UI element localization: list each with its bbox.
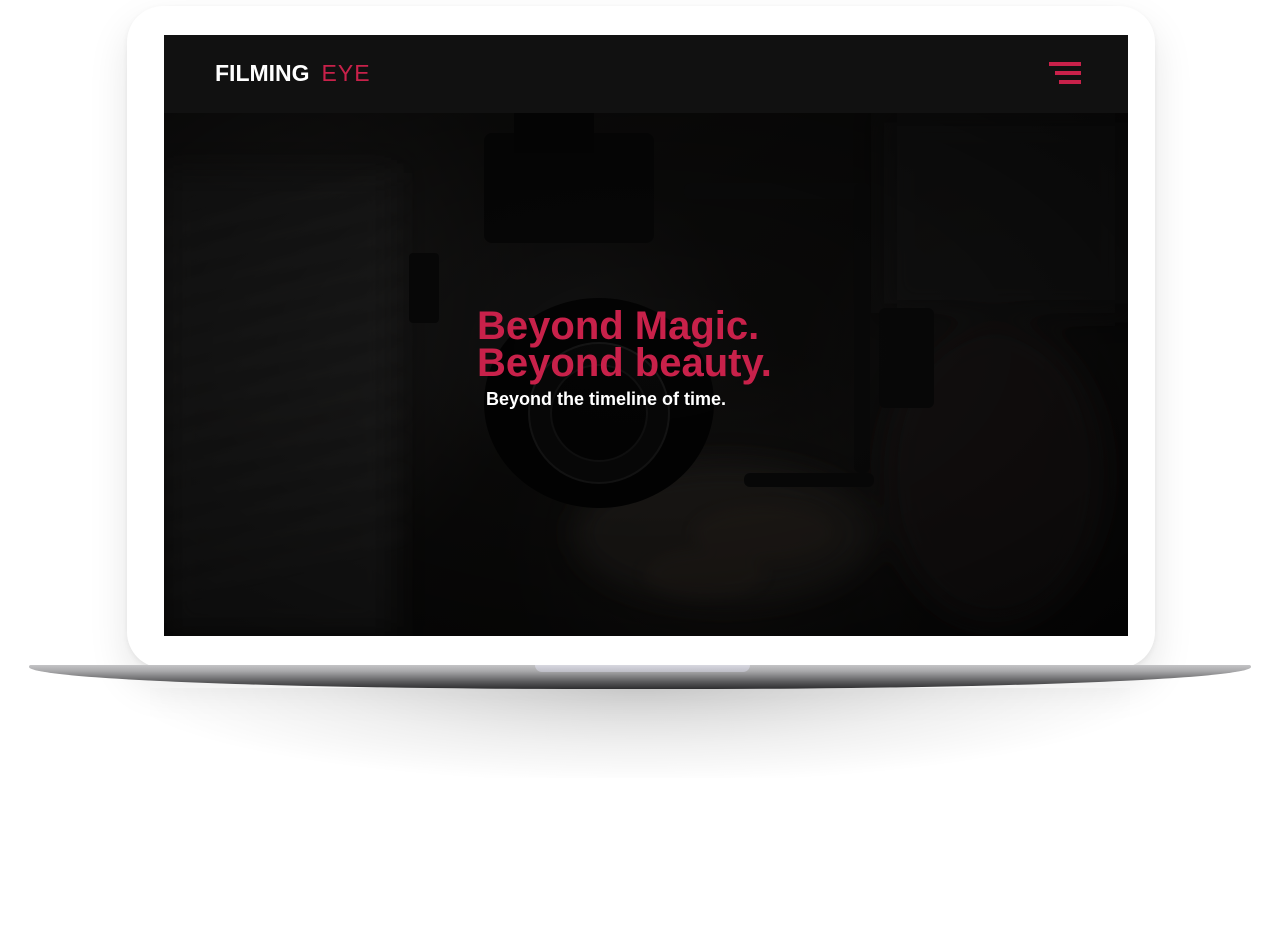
navbar: FILMING EYE <box>164 35 1128 113</box>
hero-section: Beyond Magic. Beyond beauty. Beyond the … <box>164 113 1128 636</box>
hero-title-line-1: Beyond Magic. <box>477 304 760 348</box>
laptop-shadow <box>150 688 1130 778</box>
hero-text-block: Beyond Magic. Beyond beauty. Beyond the … <box>477 304 772 410</box>
brand-name-accent: EYE <box>321 60 371 86</box>
laptop-mockup: FILMING EYE Beyond Magic. Beyond beauty.… <box>0 0 1272 942</box>
brand-logo[interactable]: FILMING EYE <box>215 59 371 87</box>
menu-line <box>1055 71 1081 75</box>
hero-subtitle: Beyond the timeline of time. <box>486 389 727 409</box>
menu-line <box>1049 62 1081 66</box>
laptop-screen: FILMING EYE Beyond Magic. Beyond beauty.… <box>164 35 1128 636</box>
menu-line <box>1059 80 1081 84</box>
laptop-notch <box>535 665 750 672</box>
hamburger-menu-icon[interactable] <box>1049 62 1083 86</box>
hero-title: Beyond Magic. Beyond beauty. <box>477 304 772 385</box>
brand-name-main: FILMING <box>215 60 310 86</box>
hero-title-line-2: Beyond beauty. <box>477 341 772 385</box>
